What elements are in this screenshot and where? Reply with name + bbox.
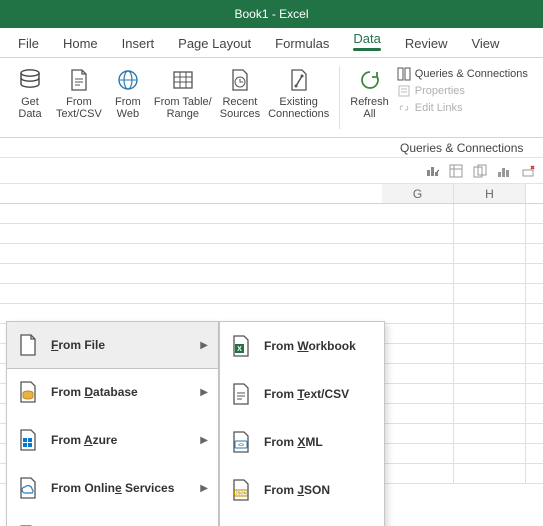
xml-file-icon: <> xyxy=(228,429,254,455)
svg-text:JSON: JSON xyxy=(235,491,246,496)
tab-formulas[interactable]: Formulas xyxy=(263,30,341,57)
database-icon xyxy=(16,66,44,94)
queries-connections-button[interactable]: Queries & Connections xyxy=(395,66,530,82)
tab-review[interactable]: Review xyxy=(393,30,460,57)
menu-from-database[interactable]: From Database ▶ xyxy=(7,368,218,416)
refresh-all-button[interactable]: Refresh All xyxy=(346,64,393,122)
menu-from-online-services[interactable]: From Online Services ▶ xyxy=(7,464,218,512)
title-text: Book1 - Excel xyxy=(234,7,308,21)
azure-icon xyxy=(15,427,41,453)
from-text-csv-button[interactable]: From Text/CSV xyxy=(52,64,106,122)
tab-page-layout[interactable]: Page Layout xyxy=(166,30,263,57)
svg-text:<>: <> xyxy=(238,443,244,449)
queries-icon xyxy=(397,67,411,81)
ribbon: Get Data From Text/CSV From Web From Tab… xyxy=(0,58,543,138)
svg-text:X: X xyxy=(237,346,242,353)
link-icon xyxy=(397,101,411,115)
menu-from-xml[interactable]: <> From XML xyxy=(220,418,384,466)
chevron-right-icon: ▶ xyxy=(200,387,208,398)
ribbon-tab-row: File Home Insert Page Layout Formulas Da… xyxy=(0,28,543,58)
ribbon-separator xyxy=(339,66,340,129)
text-file-icon xyxy=(65,66,93,94)
json-file-icon: JSON xyxy=(228,477,254,503)
existing-connections-button[interactable]: Existing Connections xyxy=(264,64,333,122)
spreadsheet-grid[interactable]: G H From File ▶ From Database ▶ Fr xyxy=(0,184,543,526)
chevron-right-icon: ▶ xyxy=(200,340,208,351)
excel-file-icon: X xyxy=(228,333,254,359)
menu-from-text-csv[interactable]: From Text/CSV xyxy=(220,370,384,418)
ribbon-connections-list: Queries & Connections Properties Edit Li… xyxy=(393,66,530,116)
text-file-icon xyxy=(228,381,254,407)
database-file-icon xyxy=(15,379,41,405)
refresh-icon xyxy=(356,66,384,94)
properties-button: Properties xyxy=(395,83,530,99)
recent-sources-button[interactable]: Recent Sources xyxy=(216,64,264,122)
from-table-range-button[interactable]: From Table/ Range xyxy=(150,64,216,122)
menu-from-file[interactable]: From File ▶ xyxy=(6,321,219,369)
table-icon xyxy=(169,66,197,94)
get-data-button[interactable]: Get Data xyxy=(8,64,52,122)
tab-home[interactable]: Home xyxy=(51,30,110,57)
globe-icon xyxy=(114,66,142,94)
clear-icon[interactable] xyxy=(521,164,535,178)
from-file-submenu: X From Workbook From Text/CSV <> From XM… xyxy=(219,321,385,526)
column-header-h[interactable]: H xyxy=(454,184,526,203)
column-header-g[interactable]: G xyxy=(382,184,454,203)
quick-access-row xyxy=(0,158,543,184)
tab-data[interactable]: Data xyxy=(341,25,392,57)
menu-from-json[interactable]: JSON From JSON xyxy=(220,466,384,514)
menu-from-workbook[interactable]: X From Workbook xyxy=(220,322,384,370)
get-data-menu: From File ▶ From Database ▶ From Azure ▶… xyxy=(6,321,219,526)
pivot-icon[interactable] xyxy=(449,164,463,178)
from-web-button[interactable]: From Web xyxy=(106,64,150,122)
properties-icon xyxy=(397,84,411,98)
ribbon-group-queries-connections: Refresh All Queries & Connections Proper… xyxy=(342,62,534,137)
menu-from-azure[interactable]: From Azure ▶ xyxy=(7,416,218,464)
column-headers: G H xyxy=(0,184,543,204)
ribbon-group-get-transform: Get Data From Text/CSV From Web From Tab… xyxy=(4,62,337,137)
chevron-right-icon: ▶ xyxy=(200,435,208,446)
clock-file-icon xyxy=(226,66,254,94)
menu-from-folder[interactable]: From Folder xyxy=(220,514,384,526)
tab-file[interactable]: File xyxy=(6,30,51,57)
connection-file-icon xyxy=(285,66,313,94)
file-icon xyxy=(15,332,41,358)
menu-from-other-sources[interactable]: From Other Sources ▶ xyxy=(7,512,218,526)
ribbon-group-label-row: Queries & Connections xyxy=(0,138,543,158)
cloud-icon xyxy=(15,475,41,501)
tab-insert[interactable]: Insert xyxy=(110,30,167,57)
duplicate-icon[interactable] xyxy=(473,164,487,178)
column-chart-icon[interactable] xyxy=(497,164,511,178)
chevron-right-icon: ▶ xyxy=(200,483,208,494)
edit-links-button: Edit Links xyxy=(395,100,530,116)
queries-connections-label: Queries & Connections xyxy=(400,141,523,155)
tab-view[interactable]: View xyxy=(459,30,511,57)
chart-icon[interactable] xyxy=(425,164,439,178)
title-bar: Book1 - Excel xyxy=(0,0,543,28)
